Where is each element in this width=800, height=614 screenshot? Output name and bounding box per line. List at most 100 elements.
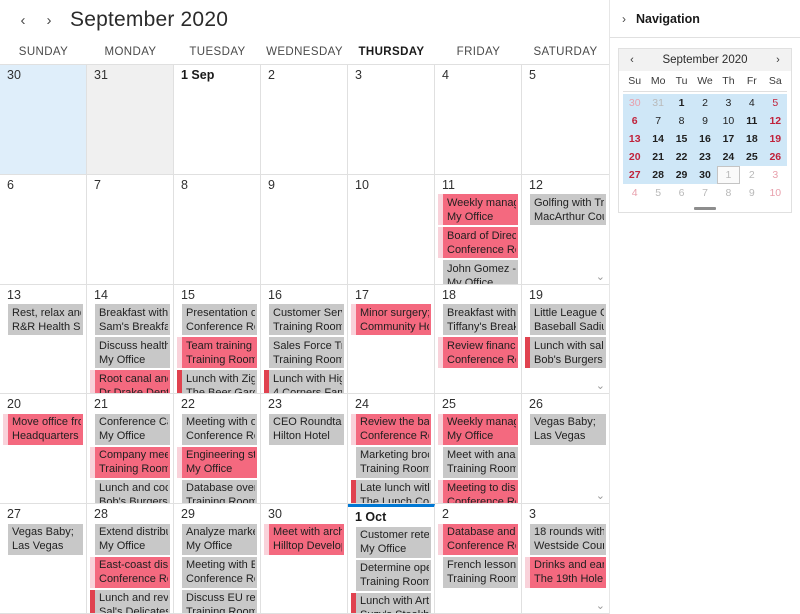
day-cell[interactable]: 24Review the basicConference RooMarketin… [348,394,435,505]
day-cell[interactable]: 28Extend distributiMy OfficeEast-coast d… [87,504,174,614]
calendar-event[interactable]: Weekly manageMy Office [438,413,518,445]
mini-next-month-button[interactable]: › [771,54,785,66]
calendar-event[interactable]: Move office fror Headquarters [3,413,83,445]
previous-month-button[interactable]: ‹ [10,7,36,33]
calendar-event[interactable]: Breakfast with CSam's Breakfast [90,304,170,336]
day-cell[interactable]: 4 [435,65,522,175]
calendar-event[interactable]: East-coast distriConference Roo [90,556,170,588]
mini-day-cell[interactable]: 3 [716,94,741,112]
day-cell[interactable]: 5 [522,65,609,175]
calendar-event[interactable]: Rest, relax and gR&R Health Spa [3,304,83,336]
calendar-event[interactable]: Discuss health irMy Office [90,337,170,369]
day-cell[interactable]: 12 Golfing with Tre MacArthur Cour ⌄ [522,174,609,285]
mini-day-cell[interactable]: 30 [623,94,647,112]
day-cell[interactable]: 30 [0,65,87,175]
day-cell[interactable]: 11Weekly manageMy OfficeBoard of Directc… [435,174,522,285]
day-cell[interactable]: 6 [0,174,87,285]
calendar-event[interactable]: Determine openTraining Room A [351,559,431,591]
calendar-event[interactable]: Lunch and cocktBob's Burgers [90,479,170,504]
calendar-event[interactable]: Database overhaTraining Room A [177,479,257,504]
day-cell[interactable]: 27 Vegas Baby; Las Vegas [0,504,87,614]
calendar-event[interactable]: Late lunch with IThe Lunch Coun [351,479,431,504]
mini-day-cell[interactable]: 5 [763,94,787,112]
chevron-down-icon[interactable]: ⌄ [596,600,605,612]
calendar-event[interactable]: Meeting with ouConference Roo [177,413,257,445]
day-cell[interactable]: 21Conference CallMy OfficeCompany meetiT… [87,394,174,505]
calendar-event[interactable]: Golfing with Tre MacArthur Cour [525,194,606,226]
mini-day-cell[interactable]: 25 [740,148,764,166]
mini-day-cell[interactable]: 11 [740,112,764,130]
mini-day-cell[interactable]: 30 [693,166,717,184]
calendar-event[interactable]: French lesson;Training Room B [438,556,518,588]
day-cell[interactable]: 7 [87,174,174,285]
mini-day-cell[interactable]: 6 [623,112,647,130]
chevron-right-icon[interactable]: › [622,13,626,25]
day-cell[interactable]: 19Little League ChBaseball SadiumLunch w… [522,284,609,395]
mini-day-cell[interactable]: 26 [763,148,787,166]
mini-day-cell[interactable]: 31 [646,94,670,112]
calendar-event[interactable]: Lunch and revie‹Sal's Delicatesse [90,589,170,613]
day-cell[interactable]: 23CEO RoundtableHilton Hotel [261,394,348,505]
mini-day-cell[interactable]: 10 [764,184,787,202]
mini-day-cell[interactable]: 4 [740,94,764,112]
mini-day-cell[interactable]: 14 [646,130,670,148]
calendar-event[interactable]: Presentation onConference Roo [177,304,257,336]
navigation-header[interactable]: › Navigation [610,0,800,38]
chevron-down-icon[interactable]: ⌄ [596,271,605,283]
day-cell[interactable]: 1 OctCustomer retentMy OfficeDetermine o… [348,504,435,614]
mini-day-cell[interactable]: 9 [693,112,717,130]
mini-day-cell[interactable]: 3 [764,166,787,184]
mini-day-cell[interactable]: 1 [669,94,694,112]
chevron-down-icon[interactable]: ⌄ [596,381,605,392]
day-cell[interactable]: 15Presentation onConference RooTeam trai… [174,284,261,395]
day-cell[interactable]: 1 Sep [174,65,261,175]
calendar-event[interactable]: Customer ServicTraining Room B [264,304,344,336]
calendar-event[interactable]: Team training seTraining Room A [177,337,257,369]
mini-day-cell[interactable]: 29 [669,166,694,184]
calendar-event[interactable]: John Gomez - LIMy Office [438,260,518,284]
calendar-event[interactable]: Vegas Baby; Las Vegas [525,413,606,445]
mini-day-cell[interactable]: 17 [716,130,741,148]
calendar-event[interactable]: Discuss EU reguTraining Room B [177,589,257,613]
calendar-event[interactable]: Weekly manageMy Office [438,194,518,226]
mini-day-cell[interactable]: 12 [763,112,787,130]
calendar-event[interactable]: Meet with analyTraining Room A [438,446,518,478]
mini-day-cell[interactable]: 10 [716,112,741,130]
calendar-event[interactable]: Lunch with salesBob's Burgers [525,337,606,369]
day-cell[interactable]: 29Analyze marketMy OfficeMeeting with EL… [174,504,261,614]
calendar-event[interactable]: 18 rounds with JWestside Countr [525,523,606,555]
calendar-event[interactable]: Little League ChBaseball Sadium [525,304,606,336]
mini-day-cell[interactable]: 20 [623,148,647,166]
calendar-event[interactable]: Lunch with High4 Corners Family [264,370,344,394]
mini-day-cell[interactable]: 19 [763,130,787,148]
mini-day-cell[interactable]: 8 [669,112,694,130]
calendar-event[interactable]: Analyze market My Office [177,523,257,555]
calendar-event[interactable]: Lunch with ZiggThe Beer Garder [177,370,257,394]
calendar-event[interactable]: Meeting to discuConference Roo [438,479,518,504]
mini-day-cell[interactable]: 5 [646,184,669,202]
day-cell[interactable]: 10 [348,174,435,285]
day-cell[interactable]: 22Meeting with ouConference RooEngineeri… [174,394,261,505]
day-cell[interactable]: 8 [174,174,261,285]
day-cell[interactable]: 9 [261,174,348,285]
day-cell[interactable]: 25Weekly manageMy OfficeMeet with analyT… [435,394,522,505]
day-cell[interactable]: 26 Vegas Baby; Las Vegas ⌄ [522,394,609,505]
mini-day-cell[interactable]: 18 [740,130,764,148]
calendar-event[interactable]: Company meetiTraining Room A [90,446,170,478]
next-month-button[interactable]: › [36,7,62,33]
day-cell[interactable]: 13 Rest, relax and gR&R Health Spa [0,284,87,395]
day-cell[interactable]: 30Meet with architHilltop Developr [261,504,348,614]
day-cell[interactable]: 3 [348,65,435,175]
calendar-event[interactable]: Customer retentMy Office [351,526,431,558]
mini-day-cell[interactable]: 4 [623,184,646,202]
calendar-event[interactable]: Conference CallMy Office [90,413,170,445]
day-cell[interactable]: 17 Minor surgery;Community Hos [348,284,435,395]
mini-day-cell[interactable]: 13 [623,130,647,148]
day-cell[interactable]: 16Customer ServicTraining Room BSales Fo… [261,284,348,395]
mini-day-cell[interactable]: 21 [646,148,670,166]
day-cell[interactable]: 31 [87,65,174,175]
mini-day-cell[interactable]: 9 [740,184,763,202]
calendar-event[interactable]: Sales Force TrairTraining Room A [264,337,344,369]
mini-day-cell[interactable]: 6 [670,184,693,202]
calendar-event[interactable]: Minor surgery;Community Hos [351,304,431,336]
